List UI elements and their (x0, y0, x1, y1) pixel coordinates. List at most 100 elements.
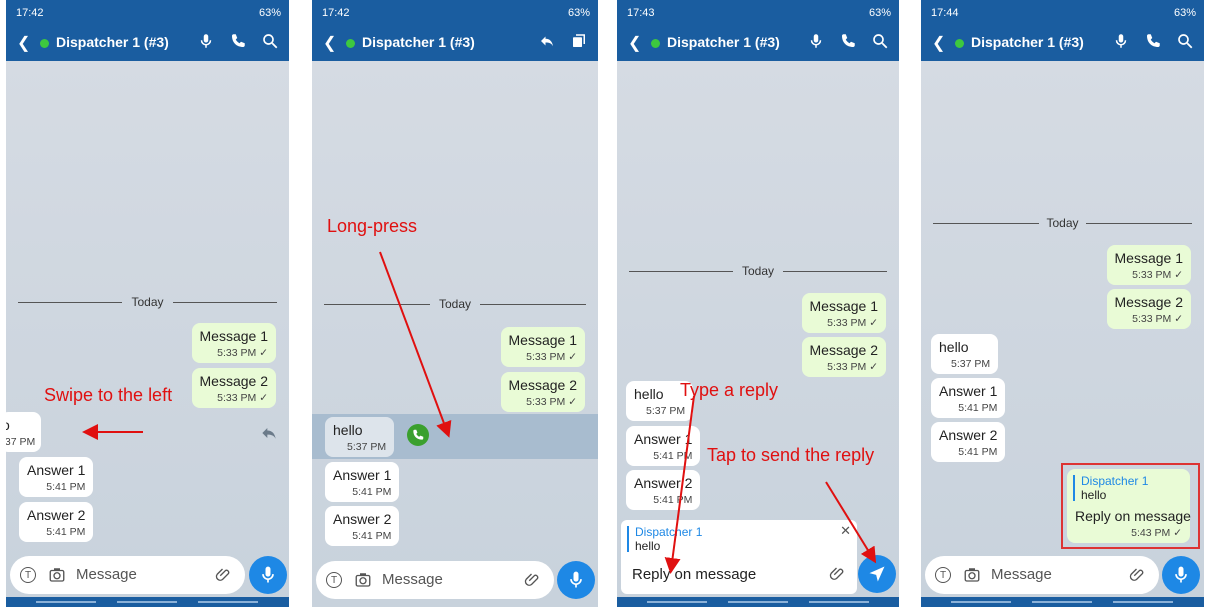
back-icon[interactable]: ❮ (628, 33, 641, 53)
phone-icon[interactable] (1144, 32, 1162, 50)
send-button[interactable] (858, 555, 896, 593)
message-time: 5:41 PM (352, 530, 392, 542)
message-text: Answer 1 (27, 462, 86, 478)
system-nav-bar (617, 597, 899, 607)
online-status-icon (346, 39, 355, 48)
message-bubble[interactable]: Answer 1 5:41 PM (626, 426, 701, 466)
app-bar: ❮ Dispatcher 1 (#3) (6, 26, 289, 61)
attachment-icon[interactable] (524, 571, 542, 589)
message-input[interactable]: Message (382, 571, 443, 588)
back-icon[interactable]: ❮ (17, 33, 30, 53)
phone-icon[interactable] (229, 32, 247, 50)
message-text: o (6, 417, 10, 433)
message-text: Reply on message (1075, 508, 1191, 524)
attachment-icon[interactable] (829, 565, 847, 583)
reply-message-bubble[interactable]: Dispatcher 1 hello Reply on message 5:43… (1067, 469, 1191, 543)
message-time: 5:33 PM ✓ (217, 392, 268, 404)
message-text: Answer 2 (333, 511, 392, 527)
message-bubble[interactable]: Answer 1 5:41 PM (19, 457, 94, 497)
microphone-icon[interactable] (807, 32, 825, 50)
message-bubble[interactable]: Answer 2 5:41 PM (931, 422, 1006, 462)
message-text: Message 2 (508, 377, 577, 393)
message-bubble[interactable]: Message 1 5:33 PM ✓ (500, 327, 585, 367)
online-status-icon (955, 39, 964, 48)
voice-record-button[interactable] (557, 561, 595, 599)
message-input[interactable]: Reply on message (632, 566, 756, 583)
online-status-icon (40, 39, 49, 48)
message-bubble[interactable]: Message 1 5:33 PM ✓ (801, 293, 886, 333)
system-nav-bar (921, 597, 1204, 607)
battery-level: 63% (567, 7, 590, 19)
camera-icon[interactable] (48, 566, 66, 584)
microphone-icon[interactable] (197, 32, 215, 50)
microphone-icon (570, 571, 582, 588)
battery-level: 63% (258, 7, 281, 19)
search-icon[interactable] (1176, 32, 1194, 50)
reply-icon[interactable] (538, 32, 556, 50)
message-time: 5:41 PM (46, 526, 86, 538)
camera-icon[interactable] (963, 566, 981, 584)
message-bubble[interactable]: Message 2 5:33 PM ✓ (191, 368, 276, 408)
voice-record-button[interactable] (1162, 556, 1200, 594)
header-actions (807, 32, 889, 50)
status-time: 17:43 (627, 7, 655, 19)
text-format-icon[interactable]: T (326, 572, 342, 588)
message-bubble[interactable]: hello 5:37 PM (931, 334, 999, 374)
close-icon[interactable]: ✕ (840, 523, 851, 539)
message-time: 5:33 PM ✓ (827, 317, 878, 329)
message-bubble[interactable]: Answer 1 5:41 PM (931, 378, 1006, 418)
app-bar: ❮ Dispatcher 1 (#3) (617, 26, 899, 61)
battery-level: 63% (1173, 7, 1196, 19)
message-bubble[interactable]: Message 2 5:33 PM ✓ (801, 337, 886, 377)
header-actions (538, 32, 588, 50)
phone-icon[interactable] (839, 32, 857, 50)
message-time: 5:41 PM (653, 494, 693, 506)
message-text: Answer 2 (27, 507, 86, 523)
battery-level: 63% (868, 7, 891, 19)
message-bubble[interactable]: Message 2 5:33 PM ✓ (500, 372, 585, 412)
message-text: Message 1 (508, 332, 577, 348)
message-time: 5:41 PM (958, 446, 998, 458)
message-text: Answer 1 (333, 467, 392, 483)
text-format-icon[interactable]: T (935, 567, 951, 583)
copy-icon[interactable] (570, 32, 588, 50)
text-format-icon[interactable]: T (20, 567, 36, 583)
back-icon[interactable]: ❮ (932, 33, 945, 53)
message-text: hello (333, 422, 363, 438)
camera-icon[interactable] (354, 571, 372, 589)
search-icon[interactable] (261, 32, 279, 50)
message-time: 5:41 PM (958, 402, 998, 414)
message-time: 5:37 PM (646, 405, 686, 417)
message-text: Answer 1 (634, 431, 693, 447)
message-bubble[interactable]: Answer 1 5:41 PM (325, 462, 400, 502)
status-bar: 17:44 63% (921, 0, 1204, 26)
attachment-icon[interactable] (1129, 566, 1147, 584)
send-icon (869, 566, 885, 582)
message-bubble-selected[interactable]: hello 5:37 PM (325, 417, 395, 457)
message-composer[interactable]: T Message (925, 556, 1159, 594)
status-time: 17:42 (16, 7, 44, 19)
phone-panel-3: 17:43 63% ❮ Dispatcher 1 (#3) Today Mess… (617, 0, 899, 607)
message-bubble[interactable]: Answer 2 5:41 PM (325, 506, 400, 546)
message-input[interactable]: Message (991, 566, 1052, 583)
message-time: 5:41 PM (352, 486, 392, 498)
attachment-icon[interactable] (215, 566, 233, 584)
message-bubble[interactable]: Message 2 5:33 PM ✓ (1106, 289, 1191, 329)
reply-quote-author: Dispatcher 1 (635, 525, 703, 539)
message-composer[interactable]: T Message (316, 561, 554, 599)
message-input[interactable]: Message (76, 566, 137, 583)
back-icon[interactable]: ❮ (323, 33, 336, 53)
microphone-icon[interactable] (1112, 32, 1130, 50)
message-bubble[interactable]: Answer 2 5:41 PM (626, 470, 701, 510)
message-text: Message 1 (1114, 250, 1183, 266)
message-composer[interactable]: T Message (10, 556, 245, 594)
message-bubble[interactable]: Message 1 5:33 PM ✓ (1106, 245, 1191, 285)
message-text: Message 2 (199, 373, 268, 389)
search-icon[interactable] (871, 32, 889, 50)
message-bubble[interactable]: Answer 2 5:41 PM (19, 502, 94, 542)
voice-record-button[interactable] (249, 556, 287, 594)
message-time: 5:43 PM ✓ (1131, 527, 1182, 539)
message-text: Message 1 (809, 298, 878, 314)
message-bubble[interactable]: Message 1 5:33 PM ✓ (191, 323, 276, 363)
message-bubble-swiped[interactable]: o :37 PM (6, 412, 42, 452)
